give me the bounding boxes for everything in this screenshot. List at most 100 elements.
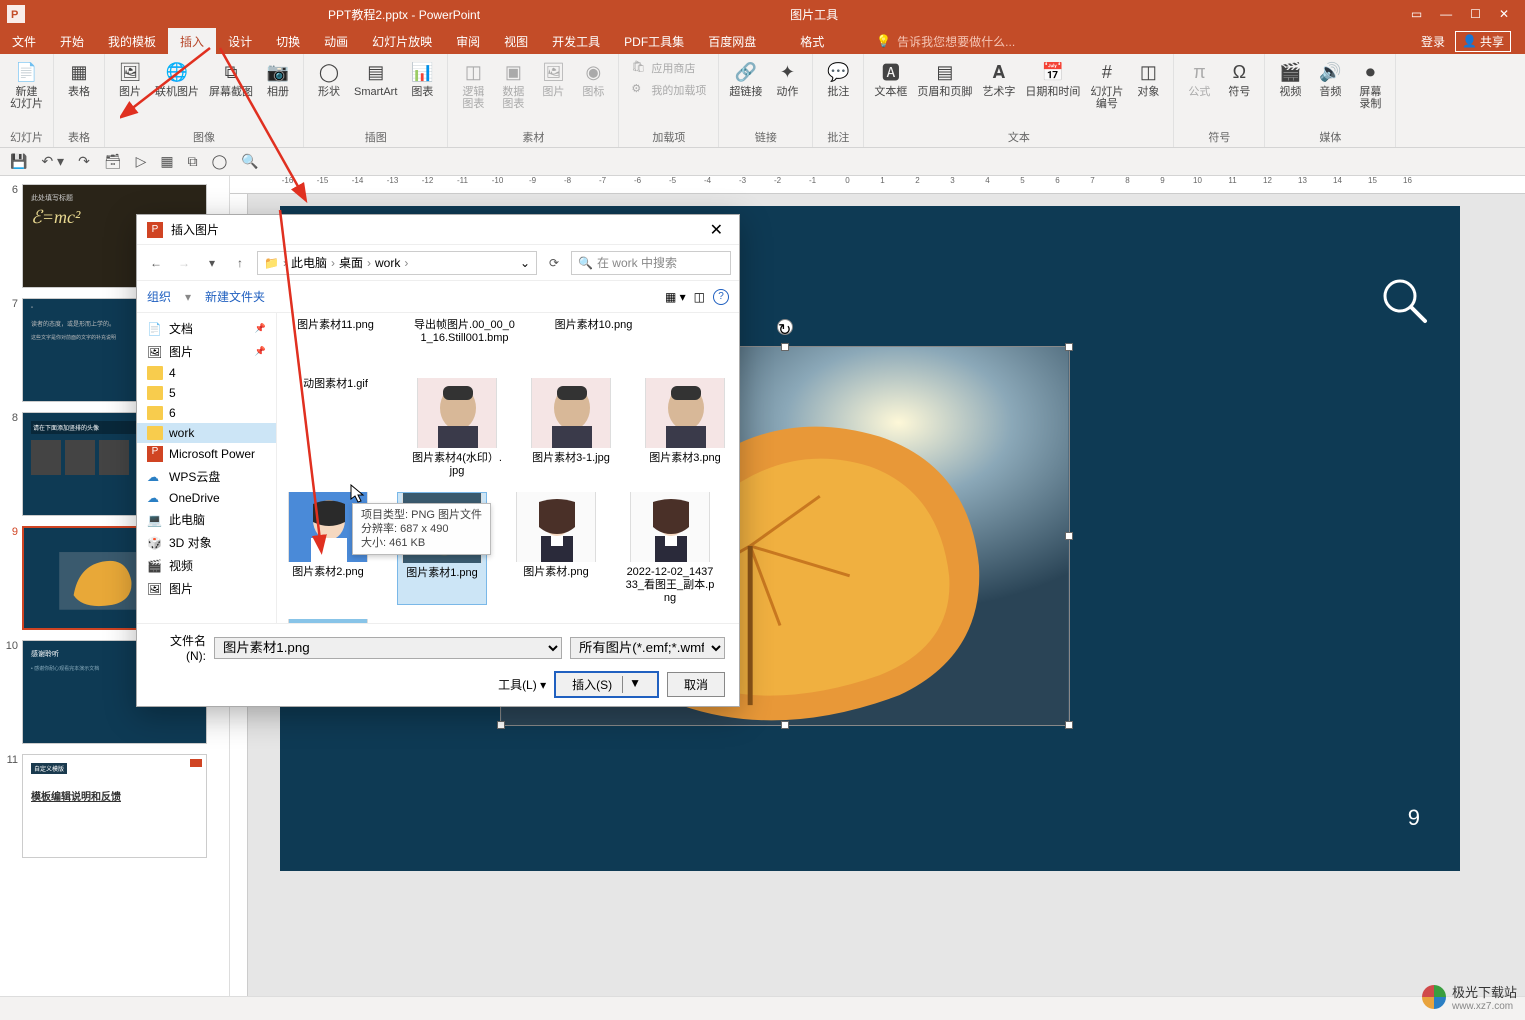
table-button[interactable]: ▦表格 <box>60 58 98 127</box>
logic-chart-button[interactable]: ◫逻辑 图表 <box>454 58 492 127</box>
screen-record-button[interactable]: ⏺屏幕 录制 <box>1351 58 1389 127</box>
slide-thumb-11[interactable]: 11 自定义模版模板编辑说明和反馈 <box>4 754 225 858</box>
textbox-button[interactable]: 🅰文本框 <box>870 58 911 127</box>
tab-slideshow[interactable]: 幻灯片放映 <box>360 28 444 54</box>
help-icon[interactable]: ? <box>713 289 729 305</box>
resize-handle[interactable] <box>497 721 505 729</box>
tab-design[interactable]: 设计 <box>216 28 264 54</box>
file-item[interactable]: 2022-12-02_143733_看图王_副本.png <box>625 492 715 605</box>
file-list[interactable]: 图片素材11.png 导出帧图片.00_00_01_16.Still001.bmp… <box>277 313 739 623</box>
tab-baidu[interactable]: 百度网盘 <box>696 28 768 54</box>
filename-input[interactable]: 图片素材1.png <box>214 637 562 659</box>
search-input[interactable]: 🔍 在 work 中搜索 <box>571 251 731 275</box>
login-link[interactable]: 登录 <box>1421 33 1445 50</box>
appstore-button[interactable]: 🛍应用商店 <box>625 58 712 78</box>
dialog-sidebar[interactable]: 📄文档📌🖼图片📌456workPMicrosoft Power☁WPS云盘☁On… <box>137 313 277 623</box>
equation-button[interactable]: π公式 <box>1180 58 1218 127</box>
tab-animations[interactable]: 动画 <box>312 28 360 54</box>
sidebar-item[interactable]: 💻此电脑 <box>137 508 276 531</box>
nav-back-icon[interactable]: ← <box>145 252 167 274</box>
resize-handle[interactable] <box>781 721 789 729</box>
tab-pdf[interactable]: PDF工具集 <box>612 28 696 54</box>
view-options-icon[interactable]: ▦ ▾ <box>665 290 686 304</box>
tab-format[interactable]: 格式 <box>788 28 836 54</box>
tab-templates[interactable]: 我的模板 <box>96 28 168 54</box>
tab-developer[interactable]: 开发工具 <box>540 28 612 54</box>
preview-pane-icon[interactable]: ◫ <box>694 290 705 304</box>
nav-forward-icon[interactable]: → <box>173 252 195 274</box>
comment-button[interactable]: 💬批注 <box>819 58 857 127</box>
tell-me-search[interactable]: 💡 告诉我您想要做什么... <box>876 33 1015 50</box>
save-icon[interactable]: 💾 <box>10 153 27 170</box>
file-type-filter[interactable]: 所有图片(*.emf;*.wmf;*.jpg;*.jj <box>570 637 725 659</box>
datetime-button[interactable]: 📅日期和时间 <box>1021 58 1084 127</box>
sidebar-item[interactable]: PMicrosoft Power <box>137 443 276 465</box>
online-picture-button[interactable]: 🌐联机图片 <box>151 58 203 127</box>
file-item[interactable]: 图片素材11.png <box>283 319 388 364</box>
tab-insert[interactable]: 插入 <box>168 28 216 54</box>
ribbon-options-icon[interactable]: ▭ <box>1411 7 1422 21</box>
dialog-close-icon[interactable]: ✕ <box>704 220 729 240</box>
tab-review[interactable]: 审阅 <box>444 28 492 54</box>
undo-icon[interactable]: ↶ ▾ <box>41 153 64 170</box>
tab-view[interactable]: 视图 <box>492 28 540 54</box>
album-button[interactable]: 📷相册 <box>259 58 297 127</box>
share-button[interactable]: 👤共享 <box>1455 31 1511 52</box>
resize-handle[interactable] <box>1065 721 1073 729</box>
nav-up-icon[interactable]: ↑ <box>229 252 251 274</box>
sidebar-item[interactable]: 4 <box>137 363 276 383</box>
sidebar-item[interactable]: 🖼图片 <box>137 577 276 600</box>
close-icon[interactable]: ✕ <box>1499 7 1509 21</box>
path-dropdown-icon[interactable]: ⌄ <box>520 256 530 270</box>
rotate-handle[interactable]: ↻ <box>777 319 793 335</box>
minimize-icon[interactable]: — <box>1440 7 1452 21</box>
file-item[interactable]: 图片素材.png <box>511 492 601 605</box>
address-bar[interactable]: 📁 › 此电脑 › 桌面 › work › ⌄ <box>257 251 537 275</box>
pic-material-button[interactable]: 🖼图片 <box>534 58 572 127</box>
data-chart-button[interactable]: ▣数据 图表 <box>494 58 532 127</box>
file-item[interactable]: 图片素材3-1.jpg <box>526 378 616 478</box>
video-button[interactable]: 🎬视频 <box>1271 58 1309 127</box>
file-item[interactable]: 图片素材10.png <box>541 319 646 364</box>
maximize-icon[interactable]: ☐ <box>1470 7 1481 21</box>
file-item[interactable]: 图片素材4(水印）.jpg <box>412 378 502 478</box>
qat-slideshow-icon[interactable]: ▷ <box>136 153 147 170</box>
redo-icon[interactable]: ↷ <box>78 153 90 170</box>
my-addins-button[interactable]: ⚙我的加载项 <box>625 80 712 100</box>
tab-home[interactable]: 开始 <box>48 28 96 54</box>
sidebar-item[interactable]: 📄文档📌 <box>137 317 276 340</box>
sidebar-item[interactable]: 🎲3D 对象 <box>137 531 276 554</box>
sidebar-item[interactable]: 🎬视频 <box>137 554 276 577</box>
insert-dropdown-icon[interactable]: ▼ <box>622 676 641 693</box>
qat-group-icon[interactable]: ⧉ <box>188 153 198 170</box>
file-item[interactable]: 图片素材3.png <box>640 378 730 478</box>
find-icon[interactable]: 🔍 <box>241 153 258 170</box>
nav-recent-icon[interactable]: ▾ <box>201 252 223 274</box>
picture-button[interactable]: 🖼图片 <box>111 58 149 127</box>
sidebar-item[interactable]: 6 <box>137 403 276 423</box>
icon-material-button[interactable]: ◉图标 <box>574 58 612 127</box>
cancel-button[interactable]: 取消 <box>667 672 725 697</box>
qat-save-icon[interactable]: 🗃 <box>104 153 122 170</box>
resize-handle[interactable] <box>1065 532 1073 540</box>
dialog-titlebar[interactable]: P 插入图片 ✕ <box>137 215 739 245</box>
qat-shapes-icon[interactable]: ◯ <box>212 153 228 170</box>
symbol-button[interactable]: Ω符号 <box>1220 58 1258 127</box>
sidebar-item[interactable]: work <box>137 423 276 443</box>
wordart-button[interactable]: 𝐀艺术字 <box>978 58 1019 127</box>
object-button[interactable]: ◫对象 <box>1129 58 1167 127</box>
sidebar-item[interactable]: 🖼图片📌 <box>137 340 276 363</box>
audio-button[interactable]: 🔊音频 <box>1311 58 1349 127</box>
organize-button[interactable]: 组织 <box>147 288 171 305</box>
tab-file[interactable]: 文件 <box>0 28 48 54</box>
shapes-button[interactable]: ◯形状 <box>310 58 348 127</box>
tab-transitions[interactable]: 切换 <box>264 28 312 54</box>
sidebar-item[interactable]: ☁WPS云盘 <box>137 465 276 488</box>
smartart-button[interactable]: ▤SmartArt <box>350 58 401 127</box>
file-item[interactable]: 导出帧图片.00_00_01_16.Still001.bmp <box>412 319 517 364</box>
insert-button[interactable]: 插入(S) ▼ <box>554 671 659 698</box>
resize-handle[interactable] <box>1065 343 1073 351</box>
sidebar-item[interactable]: 5 <box>137 383 276 403</box>
hyperlink-button[interactable]: 🔗超链接 <box>725 58 766 127</box>
new-folder-button[interactable]: 新建文件夹 <box>205 288 265 305</box>
